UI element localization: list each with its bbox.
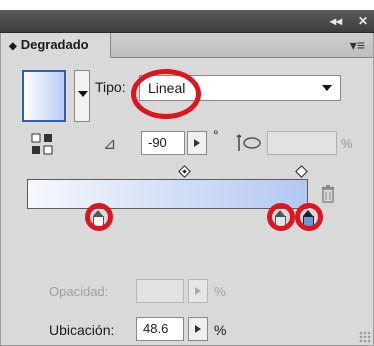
gradient-swatch[interactable] [22,70,66,122]
highlight-circle [85,203,113,231]
trash-icon[interactable] [321,183,335,203]
chevron-down-icon [322,85,332,91]
aspect-percent-label: % [341,136,353,151]
tab-row: ◆ Degradado ▾≡ [1,33,373,58]
location-stepper[interactable] [188,317,208,341]
close-panel-icon[interactable]: ✕ [358,13,368,29]
gradient-midpoint-diamond[interactable] [295,165,308,178]
location-value: 48.6 [143,321,169,336]
angle-stepper[interactable] [187,131,207,155]
header-strip [0,0,374,10]
highlight-circle [295,203,323,231]
angle-input[interactable]: -90 [141,131,185,155]
location-label: Ubicación: [49,322,115,338]
opacity-percent-label: % [214,284,226,299]
aspect-ratio-icon [236,134,261,151]
tab-collapse-icon[interactable]: ◆ [9,41,17,52]
collapse-panel-icon[interactable]: ◂◂ [330,13,342,29]
panel-titlebar: ◂◂ ✕ [0,10,374,33]
angle-value: -90 [148,135,167,150]
stepper-arrow-icon [194,139,200,147]
opacity-input [136,279,184,303]
stepper-arrow-icon [195,287,201,295]
resize-grip-icon[interactable] [359,331,371,343]
stepper-arrow-icon [195,325,201,333]
highlight-circle [267,203,295,231]
swatch-dropdown-button[interactable] [74,70,90,122]
type-label: Tipo: [95,79,126,95]
panel-menu-icon[interactable]: ▾≡ [350,37,365,54]
location-input[interactable]: 48.6 [136,317,184,341]
degree-symbol: ° [213,127,219,143]
gradient-midpoint-diamond[interactable] [178,165,191,178]
tab-label: Degradado [20,37,89,52]
dropdown-arrow-icon [78,91,88,97]
opacity-stepper [188,279,208,303]
reverse-gradient-icon[interactable] [31,133,53,155]
angle-icon: ⊿ [103,136,117,153]
gradient-slider[interactable] [27,179,308,209]
tab-degradado[interactable]: ◆ Degradado [1,33,111,58]
gradient-panel: ◆ Degradado ▾≡ Tipo: Lineal ⊿ -90 ° % Op… [0,33,374,346]
opacity-label: Opacidad: [49,284,109,299]
location-percent-label: % [214,322,227,338]
aspect-ratio-input [267,131,337,155]
highlight-circle [131,69,201,119]
